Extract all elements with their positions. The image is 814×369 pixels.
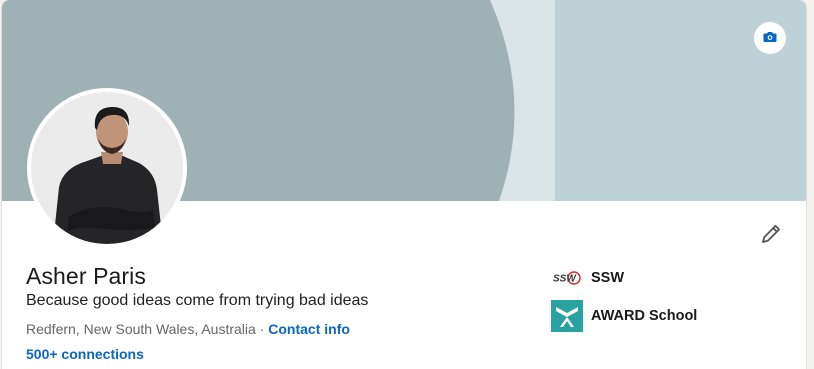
profile-headline: Because good ideas come from trying bad …	[26, 292, 369, 309]
award-school-logo-icon	[550, 300, 584, 332]
location-line: Redfern, New South Wales, Australia · Co…	[26, 321, 350, 337]
avatar-image	[31, 92, 183, 244]
location-separator: ·	[255, 321, 269, 337]
profile-photo[interactable]	[27, 88, 187, 248]
edit-intro-button[interactable]	[756, 220, 786, 250]
camera-icon	[763, 31, 777, 46]
location-text: Redfern, New South Wales, Australia	[26, 321, 256, 337]
org-award-school-label: AWARD School	[591, 308, 698, 324]
pencil-icon	[760, 223, 782, 248]
edit-banner-button[interactable]	[754, 22, 786, 54]
ssw-logo-icon: SSW	[550, 262, 584, 294]
org-ssw[interactable]: SSW SSW	[550, 262, 624, 294]
contact-info-link[interactable]: Contact info	[268, 321, 350, 337]
connections-link[interactable]: 500+ connections	[26, 346, 144, 362]
org-ssw-label: SSW	[591, 270, 625, 286]
org-award-school[interactable]: AWARD School	[550, 300, 697, 332]
profile-card: Asher Paris Because good ideas come from…	[2, 0, 806, 369]
ssw-logo-text: SSW	[553, 274, 577, 285]
profile-name: Asher Paris	[26, 263, 146, 289]
